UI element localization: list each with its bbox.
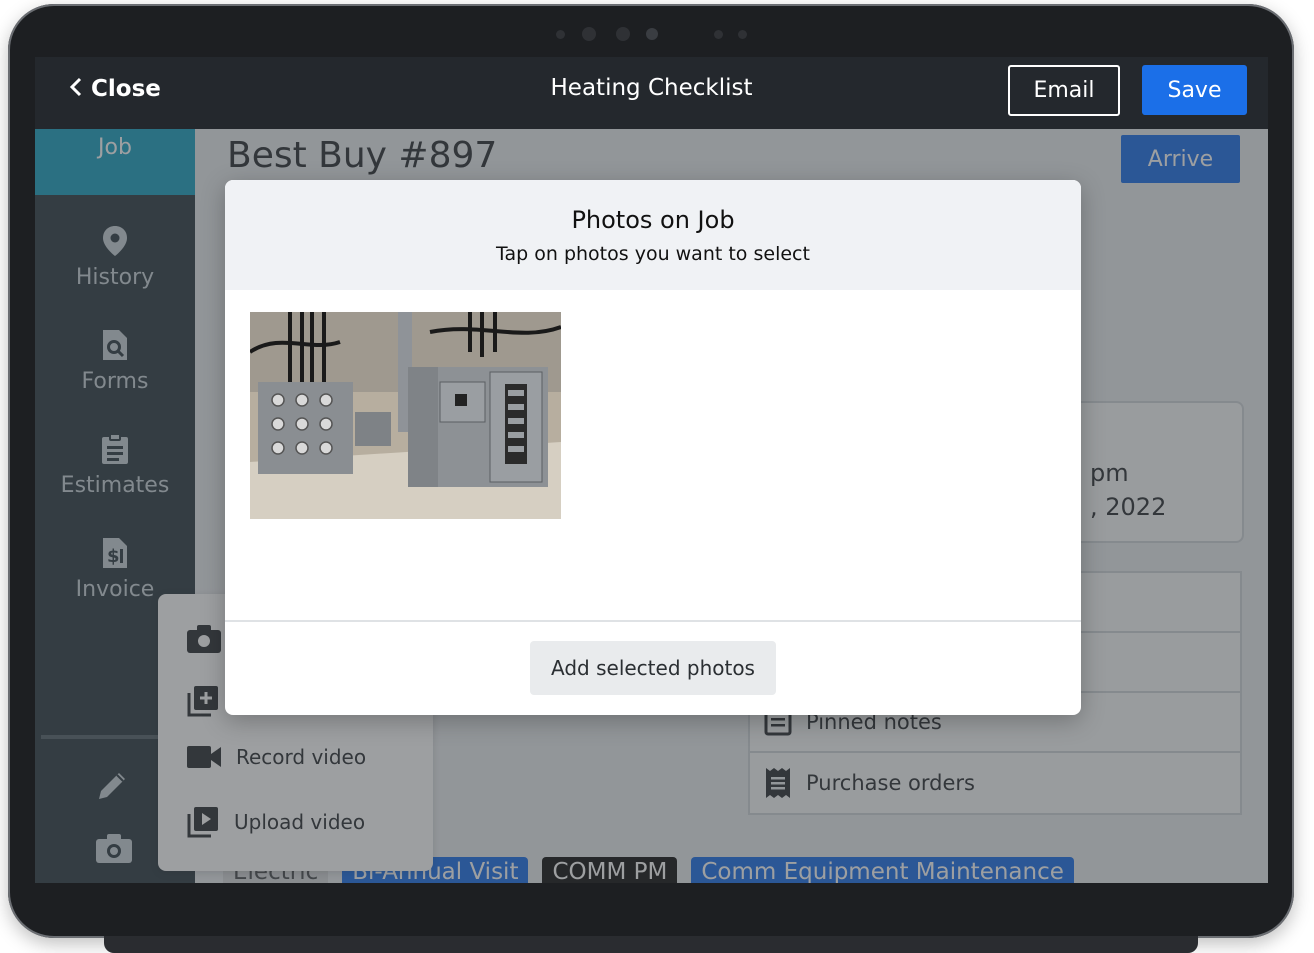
modal-header: Photos on Job Tap on photos you want to … [225,180,1081,290]
sensor-dot [582,27,596,41]
email-button[interactable]: Email [1008,65,1120,116]
camera-lens [646,28,658,40]
add-selected-photos-button[interactable]: Add selected photos [530,641,776,695]
photos-modal: Photos on Job Tap on photos you want to … [225,180,1081,715]
modal-title: Photos on Job [571,206,735,234]
sensor-dot [556,30,565,39]
job-photo-thumbnail[interactable] [250,312,561,519]
sensor-dot [714,30,723,39]
sensor-dot [616,27,630,41]
sensor-dot [738,30,747,39]
top-bar: Close Heating Checklist Email Save [35,57,1268,129]
device-base [104,936,1198,953]
app-screen: Close Heating Checklist Email Save Job H… [35,57,1268,883]
modal-divider [225,620,1081,622]
modal-subtitle: Tap on photos you want to select [496,243,810,265]
electrical-panel-photo [250,312,561,519]
save-button[interactable]: Save [1142,65,1247,115]
